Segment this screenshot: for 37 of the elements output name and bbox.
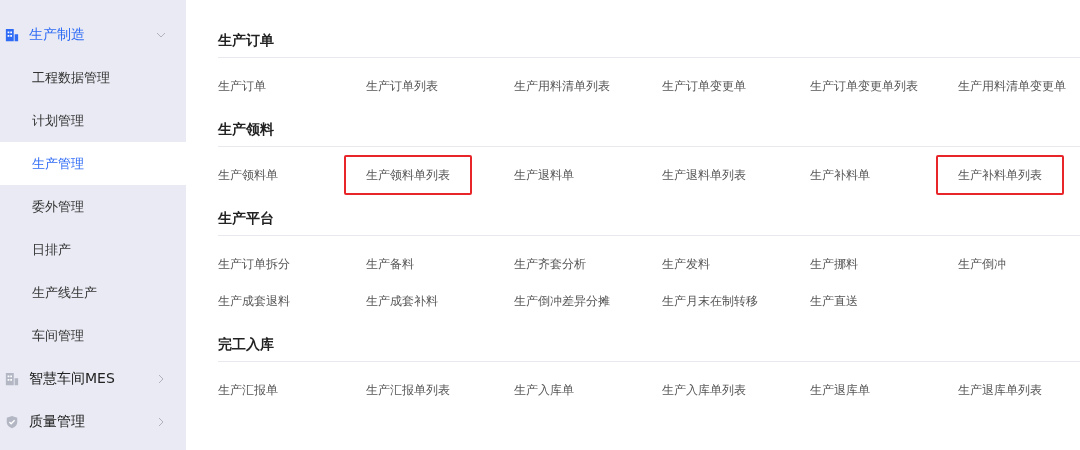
menu-group[interactable]: 智慧车间MES (0, 357, 186, 400)
menu-item[interactable]: 车间管理 (0, 314, 186, 357)
menu-link[interactable]: 生产倒冲 (936, 243, 1028, 284)
menu-item[interactable]: 工程数据管理 (0, 56, 186, 99)
menu-group[interactable]: 质量管理 (0, 400, 186, 443)
menu-group-label: 生产制造 (29, 25, 86, 44)
menu-link[interactable]: 生产汇报单列表 (344, 369, 472, 410)
menu-link[interactable]: 生产订单变更单 (640, 65, 768, 106)
menu-link[interactable]: 生产补料单 (788, 154, 892, 195)
menu-link[interactable]: 生产入库单列表 (640, 369, 768, 410)
menu-item[interactable]: 生产管理 (0, 142, 186, 185)
section-title: 生产领料 (218, 120, 275, 139)
menu-link[interactable]: 生产入库单 (492, 369, 596, 410)
menu-link[interactable]: 生产订单列表 (344, 65, 460, 106)
menu-group-label: 智慧车间MES (29, 369, 116, 388)
menu-link[interactable]: 生产用料清单列表 (492, 65, 632, 106)
menu-item[interactable]: 计划管理 (0, 99, 186, 142)
menu-link[interactable]: 生产汇报单 (196, 369, 300, 410)
menu-link[interactable]: 生产退料单列表 (640, 154, 768, 195)
building-icon (5, 371, 19, 386)
menu-link[interactable]: 生产退库单列表 (936, 369, 1064, 410)
building-icon (5, 27, 19, 42)
menu-item[interactable]: 生产线生产 (0, 271, 186, 314)
section-title: 生产平台 (218, 209, 275, 228)
shield-icon (5, 414, 19, 429)
menu-link[interactable]: 生产订单 (196, 65, 288, 106)
menu-link[interactable]: 生产补料单列表 (936, 154, 1064, 195)
menu-group-label: 质量管理 (29, 412, 86, 431)
menu-group[interactable]: 生产制造 (0, 13, 186, 56)
section-title: 生产订单 (218, 31, 275, 50)
menu-link[interactable]: 生产领料单 (196, 154, 300, 195)
section-title: 完工入库 (218, 335, 275, 354)
menu-item[interactable]: 委外管理 (0, 185, 186, 228)
menu-link[interactable]: 生产退库单 (788, 369, 892, 410)
menu-link[interactable]: 生产领料单列表 (344, 154, 472, 195)
menu-item[interactable]: 日排产 (0, 228, 186, 271)
menu-link[interactable]: 生产退料单 (492, 154, 596, 195)
